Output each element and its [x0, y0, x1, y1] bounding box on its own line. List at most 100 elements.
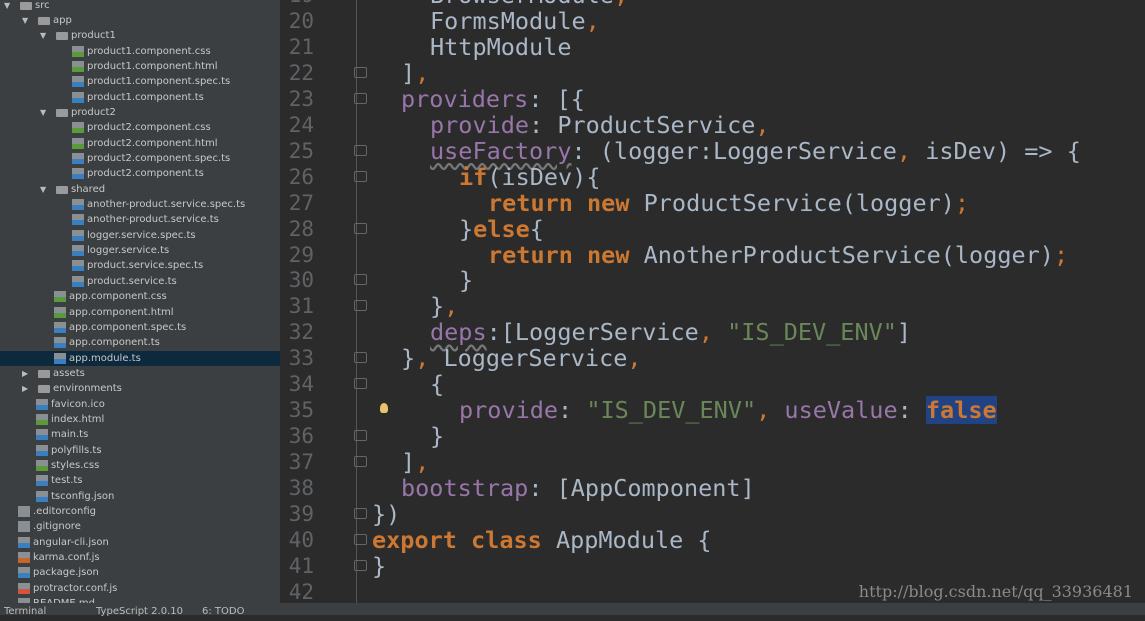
code-line: 34 {: [280, 371, 1145, 397]
tree-item[interactable]: styles.css: [0, 458, 280, 473]
tree-item[interactable]: angular-cli.json: [0, 535, 280, 550]
tree-item[interactable]: ▼ product1: [0, 28, 280, 43]
tree-item-label: styles.css: [51, 460, 100, 471]
fold-marker-icon[interactable]: [354, 533, 367, 545]
tree-item[interactable]: package.json: [0, 565, 280, 580]
line-number: 30: [288, 268, 314, 293]
tree-item[interactable]: karma.conf.js: [0, 550, 280, 565]
fold-marker-icon[interactable]: [354, 66, 367, 78]
folder-icon: [38, 369, 50, 378]
code-token: :[LoggerService: [486, 318, 699, 347]
tree-item[interactable]: ▼ product2: [0, 105, 280, 120]
typescript-tab[interactable]: TypeScript 2.0.10: [96, 603, 183, 621]
tree-item[interactable]: ▶ assets: [0, 366, 280, 381]
code-text: export class AppModule {: [372, 527, 712, 553]
todo-tab[interactable]: 6: TODO: [202, 603, 244, 621]
fold-marker-icon[interactable]: [354, 430, 367, 442]
fold-marker-icon[interactable]: [354, 274, 367, 286]
code-token: : [{: [528, 84, 585, 113]
code-text: bootstrap: [AppComponent]: [401, 475, 755, 501]
fold-marker-icon[interactable]: [354, 352, 367, 364]
file-icon: [18, 521, 30, 533]
tree-item[interactable]: product1.component.spec.ts: [0, 74, 280, 89]
tree-item[interactable]: product1.component.html: [0, 59, 280, 74]
code-token: provide: [459, 396, 559, 425]
tree-item[interactable]: logger.service.ts: [0, 243, 280, 258]
tree-item[interactable]: tsconfig.json: [0, 489, 280, 504]
tree-item[interactable]: ▼ shared: [0, 182, 280, 197]
fold-marker-icon[interactable]: [354, 456, 367, 468]
chevron-down-icon[interactable]: ▼: [4, 0, 10, 13]
chevron-down-icon[interactable]: ▼: [22, 13, 28, 28]
tree-item-label: app.component.html: [69, 306, 174, 318]
fold-marker-icon[interactable]: [354, 170, 367, 182]
tree-item-label: product2.component.css: [87, 122, 211, 134]
tree-item[interactable]: ▶ environments: [0, 381, 280, 396]
tree-item[interactable]: product1.component.ts: [0, 90, 280, 105]
tree-item[interactable]: app.component.spec.ts: [0, 320, 280, 335]
tree-item[interactable]: app.component.html: [0, 305, 280, 320]
tree-item[interactable]: ▼ src: [0, 0, 280, 13]
tree-item[interactable]: another-product.service.ts: [0, 212, 280, 227]
code-token: : ProductService: [529, 110, 756, 139]
code-text: }, LoggerService,: [401, 345, 642, 371]
project-tree[interactable]: ▼ src ▼ app ▼ product1 product1.component.css p…: [0, 0, 280, 603]
code-line: 27 return new ProductService(logger);: [280, 190, 1145, 216]
tree-item[interactable]: main.ts: [0, 427, 280, 442]
tree-item[interactable]: product2.component.spec.ts: [0, 151, 280, 166]
tree-item[interactable]: product2.component.ts: [0, 166, 280, 181]
code-editor[interactable]: 19BrowserModule,20 FormsModule, 21 HttpModu…: [280, 0, 1145, 603]
file-icon: [72, 76, 84, 88]
code-token: deps: [430, 318, 487, 347]
tree-item[interactable]: app.module.ts: [0, 350, 280, 366]
tree-item[interactable]: ▼ app: [0, 13, 280, 28]
tree-item[interactable]: product2.component.css: [0, 120, 280, 135]
tree-item[interactable]: .gitignore: [0, 519, 280, 534]
line-number: 31: [288, 294, 314, 319]
terminal-tab[interactable]: Terminal: [4, 603, 46, 621]
line-number: 25: [288, 138, 314, 163]
line-number: 35: [288, 398, 314, 423]
fold-marker-icon[interactable]: [354, 378, 367, 390]
chevron-down-icon[interactable]: ▼: [40, 182, 46, 197]
tree-item[interactable]: .editorconfig: [0, 504, 280, 519]
tree-item[interactable]: favicon.ico: [0, 397, 280, 412]
fold-marker-icon[interactable]: [354, 508, 367, 519]
fold-marker-icon[interactable]: [354, 559, 367, 571]
folder-icon: [56, 185, 68, 194]
tree-item[interactable]: another-product.service.spec.ts: [0, 197, 280, 212]
tree-item[interactable]: product.service.ts: [0, 274, 280, 289]
tree-item[interactable]: product.service.spec.ts: [0, 258, 280, 273]
code-line: 36}: [280, 423, 1145, 449]
tree-item[interactable]: index.html: [0, 412, 280, 427]
tree-item[interactable]: logger.service.spec.ts: [0, 228, 280, 243]
code-line: 28}else{: [280, 216, 1145, 242]
tree-item-label: app.module.ts: [69, 352, 141, 364]
line-number: 40: [288, 527, 314, 552]
fold-marker-icon[interactable]: [354, 144, 367, 156]
chevron-right-icon[interactable]: ▶: [22, 381, 28, 396]
tree-item[interactable]: README.md: [0, 596, 280, 603]
tree-item-label: shared: [71, 183, 106, 195]
chevron-down-icon[interactable]: ▼: [40, 105, 46, 120]
tree-item-label: README.md: [33, 596, 95, 603]
tree-item[interactable]: product2.component.html: [0, 136, 280, 151]
file-icon: [72, 45, 84, 57]
tree-item[interactable]: protractor.conf.js: [0, 581, 280, 596]
tree-item[interactable]: app.component.css: [0, 289, 280, 304]
fold-marker-icon[interactable]: [354, 92, 367, 104]
tree-item[interactable]: product1.component.css: [0, 44, 280, 59]
chevron-right-icon[interactable]: ▶: [22, 366, 28, 381]
lightbulb-icon[interactable]: [380, 403, 388, 414]
fold-marker-icon[interactable]: [354, 300, 367, 312]
fold-marker-icon[interactable]: [354, 222, 367, 234]
file-icon: [54, 352, 66, 364]
code-line: 24 provide: ProductService,: [280, 112, 1145, 138]
tree-item[interactable]: test.ts: [0, 473, 280, 488]
code-line: 31},: [280, 293, 1145, 319]
chevron-down-icon[interactable]: ▼: [40, 28, 46, 43]
tree-item[interactable]: polyfills.ts: [0, 443, 280, 458]
tree-item[interactable]: app.component.ts: [0, 335, 280, 350]
code-text: return new ProductService(logger);: [488, 190, 969, 216]
line-number: 20: [288, 8, 314, 33]
